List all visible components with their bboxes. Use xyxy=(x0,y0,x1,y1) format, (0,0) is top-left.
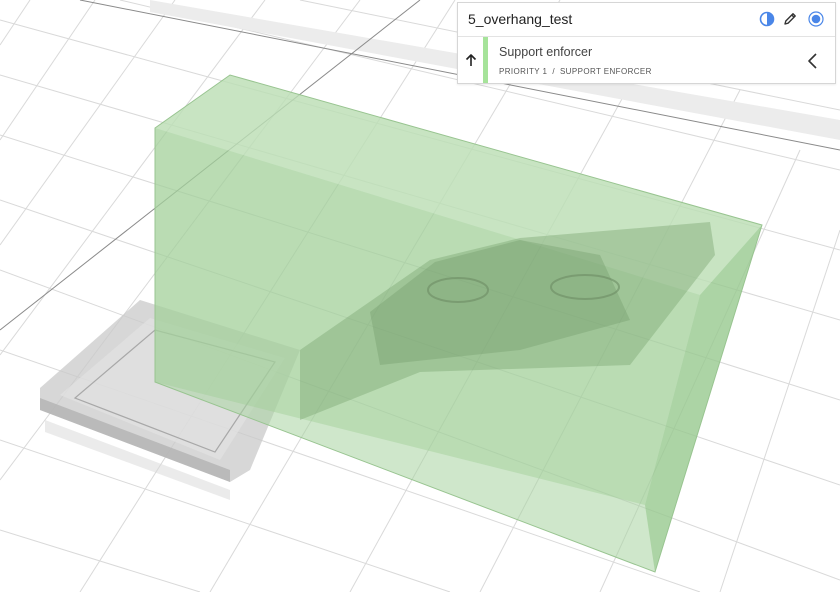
support-enforcer-volume[interactable] xyxy=(154,74,763,573)
pencil-icon[interactable] xyxy=(782,11,798,27)
modifier-row[interactable]: Support enforcer PRIORITY 1 / SUPPORT ENFO… xyxy=(458,37,835,83)
build-plate-scene[interactable] xyxy=(0,0,840,592)
panel-header: 5_overhang_test xyxy=(458,3,835,37)
modifier-title: Support enforcer xyxy=(499,45,593,59)
object-panel: 5_overhang_test Support enforcer PRIORIT… xyxy=(457,2,836,84)
3d-viewport[interactable] xyxy=(0,0,840,592)
contrast-icon[interactable] xyxy=(759,11,775,27)
arrow-up-icon[interactable] xyxy=(463,52,479,68)
modifier-breadcrumb: PRIORITY 1 / SUPPORT ENFORCER xyxy=(499,67,652,76)
chevron-left-icon[interactable] xyxy=(805,52,821,70)
breadcrumb-separator: / xyxy=(552,67,555,76)
object-name[interactable]: 5_overhang_test xyxy=(468,11,572,27)
priority-label: PRIORITY 1 xyxy=(499,67,548,76)
modifier-type-label: SUPPORT ENFORCER xyxy=(559,67,652,76)
modifier-color-bar xyxy=(483,37,488,83)
radio-dot-icon[interactable] xyxy=(808,11,824,27)
